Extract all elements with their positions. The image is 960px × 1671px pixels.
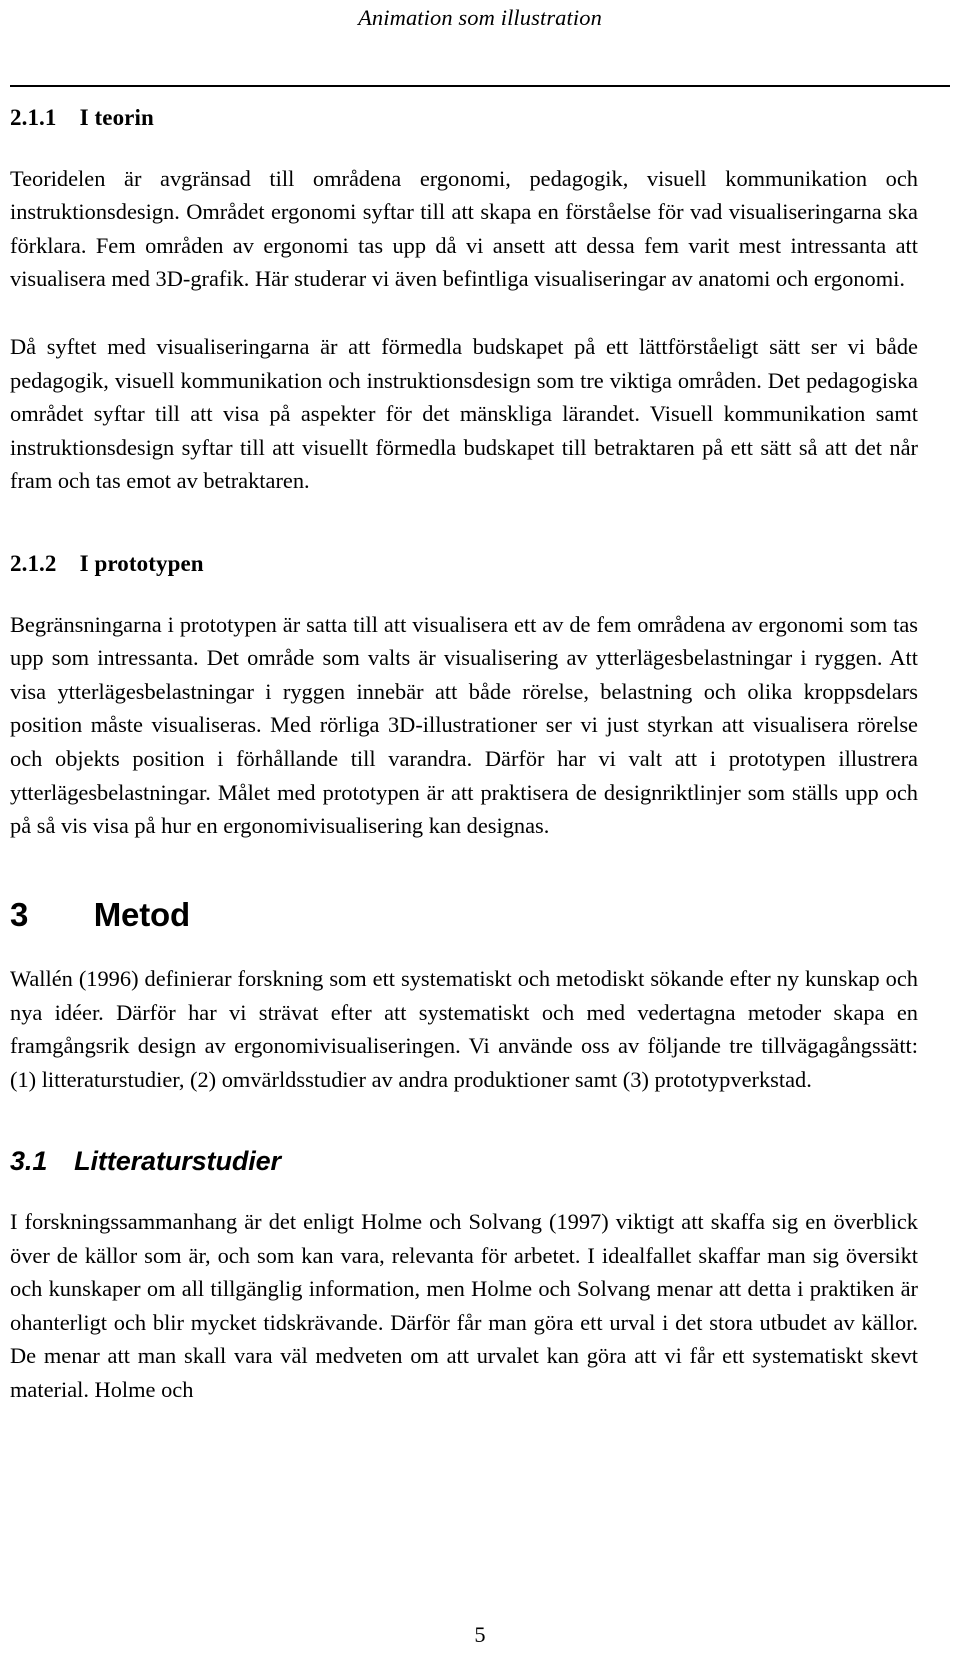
header-rule-divider — [10, 85, 950, 87]
heading-2-1-1-i-teorin: 2.1.1 I teorin — [10, 105, 154, 130]
heading-3-1-litteraturstudier: 3.1 Litteraturstudier — [10, 1145, 281, 1176]
paragraph-litteraturstudier-1: I forskningssammanhang är det enligt Hol… — [10, 1209, 918, 1403]
paragraph-teorin-2: Då syftet med visualiseringarna är att f… — [10, 333, 918, 494]
paragraph-metod-1: Wallén (1996) definierar forskning som e… — [10, 966, 918, 1093]
document-page: Animation som illustration 2.1.1 I teori… — [0, 0, 960, 1671]
page-number: 5 — [474, 1622, 486, 1648]
heading-3-metod: 3 Metod — [10, 895, 190, 933]
paragraph-teorin-1: Teoridelen är avgränsad till områdena er… — [10, 165, 918, 292]
heading-2-1-2-i-prototypen: 2.1.2 I prototypen — [10, 550, 204, 576]
paragraph-prototypen-1: Begränsningarna i prototypen är satta ti… — [10, 611, 918, 839]
running-header: Animation som illustration — [358, 5, 602, 30]
page-content-column: 2.1.1 I teorin Teoridelen är avgränsad t… — [10, 104, 918, 1407]
